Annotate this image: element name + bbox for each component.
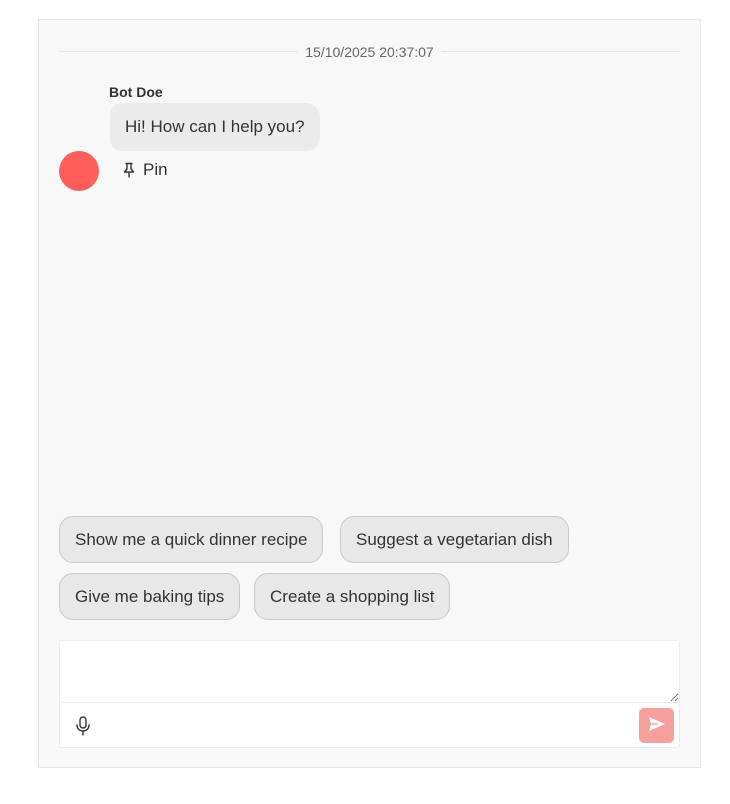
message-input[interactable]	[60, 641, 679, 702]
suggestion-chip-dinner-recipe[interactable]: Show me a quick dinner recipe	[59, 516, 324, 563]
bot-avatar	[59, 151, 99, 191]
sender-name: Bot Doe	[109, 84, 163, 100]
pin-button[interactable]: Pin	[123, 160, 168, 180]
chat-window: 15/10/2025 20:37:07 Bot Doe Hi! How can …	[38, 19, 701, 768]
composer-divider	[60, 702, 679, 703]
pin-label: Pin	[143, 160, 168, 179]
microphone-icon[interactable]	[74, 716, 92, 736]
message-composer	[59, 640, 680, 748]
message-bubble: Hi! How can I help you?	[110, 103, 320, 151]
suggestion-chip-baking-tips[interactable]: Give me baking tips	[59, 573, 241, 620]
timestamp-divider: 15/10/2025 20:37:07	[59, 43, 680, 60]
message-timestamp: 15/10/2025 20:37:07	[297, 43, 442, 60]
suggestion-chip-vegetarian-dish[interactable]: Suggest a vegetarian dish	[340, 516, 569, 563]
send-button[interactable]	[639, 708, 674, 743]
pin-icon	[123, 162, 135, 178]
suggestion-chip-shopping-list[interactable]: Create a shopping list	[254, 573, 451, 620]
send-icon	[648, 716, 666, 735]
